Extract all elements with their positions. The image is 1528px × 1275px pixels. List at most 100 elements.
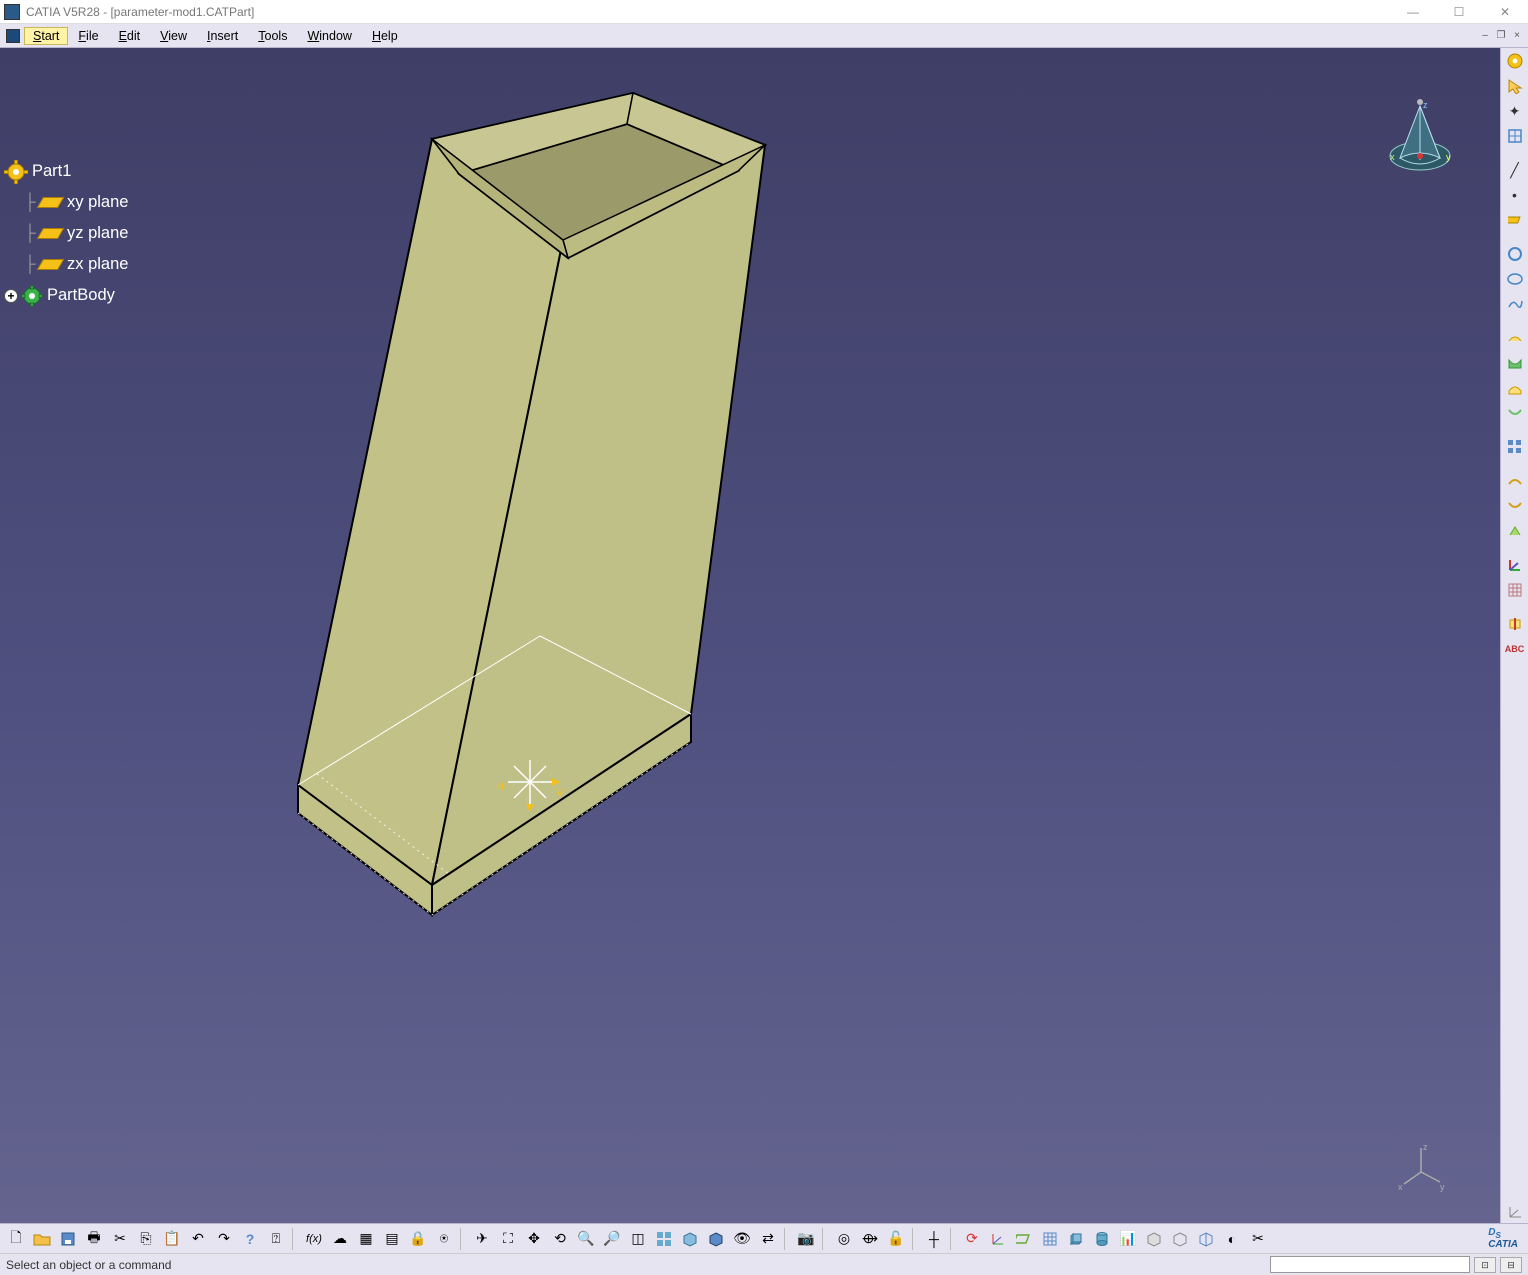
hide-show-icon[interactable]: 👁 [730, 1227, 754, 1251]
comment-icon[interactable]: ⍟ [432, 1227, 456, 1251]
formula-icon[interactable]: f(x) [302, 1227, 326, 1251]
print-icon[interactable]: 🖶 [82, 1227, 106, 1251]
expand-icon[interactable]: + [4, 289, 18, 303]
doc-close-button[interactable]: × [1510, 29, 1524, 43]
paste-icon[interactable]: 📋 [160, 1227, 184, 1251]
axis-bt-icon[interactable]: ┼ [922, 1227, 946, 1251]
circle-icon[interactable] [1504, 243, 1526, 265]
lock-icon[interactable]: 🔒 [406, 1227, 430, 1251]
axis3-icon[interactable] [986, 1227, 1010, 1251]
line-icon[interactable]: ╱ [1504, 159, 1526, 181]
multi-view-icon[interactable] [652, 1227, 676, 1251]
plane2-icon[interactable] [1012, 1227, 1036, 1251]
menu-help[interactable]: Help [362, 27, 408, 45]
cylinder-icon[interactable] [1090, 1227, 1114, 1251]
normal-view-icon[interactable]: ◫ [626, 1227, 650, 1251]
pan-icon[interactable]: ✥ [522, 1227, 546, 1251]
compass[interactable]: x y z [1380, 98, 1460, 178]
capture-icon[interactable]: 📷 [794, 1227, 818, 1251]
material-icon[interactable]: ◐ [1220, 1227, 1244, 1251]
catia-logo: DS CATIA [1488, 1228, 1524, 1249]
update-icon[interactable]: ⟳ [960, 1227, 984, 1251]
surf1-icon[interactable] [1504, 327, 1526, 349]
menu-start[interactable]: Start [24, 27, 68, 45]
swap-icon[interactable]: ⇄ [756, 1227, 780, 1251]
tree-root-part[interactable]: Part1 [4, 156, 128, 187]
doc-restore-button[interactable]: ❐ [1494, 29, 1508, 43]
cut-icon[interactable]: ✂ [108, 1227, 132, 1251]
law-icon[interactable]: ▤ [380, 1227, 404, 1251]
app-icon [4, 4, 20, 20]
reframe-icon[interactable]: ⟴ [858, 1227, 882, 1251]
lock2-icon[interactable]: 🔓 [884, 1227, 908, 1251]
fit-all-icon[interactable]: ⛶ [496, 1227, 520, 1251]
whatsthis-icon[interactable]: ⍰ [264, 1227, 288, 1251]
save-icon[interactable] [56, 1227, 80, 1251]
select-arrow-icon[interactable] [1504, 75, 1526, 97]
text-abc-icon[interactable]: ABC [1504, 638, 1526, 660]
grid2-icon[interactable] [1038, 1227, 1062, 1251]
iso-view-icon[interactable] [678, 1227, 702, 1251]
menu-file[interactable]: File [68, 27, 108, 45]
fly-icon[interactable]: ✈ [470, 1227, 494, 1251]
command-input[interactable] [1270, 1256, 1470, 1273]
menu-tools[interactable]: Tools [248, 27, 297, 45]
maximize-button[interactable]: ☐ [1436, 0, 1482, 24]
status-toggle-1[interactable]: ⊡ [1474, 1257, 1496, 1273]
shading-icon[interactable] [704, 1227, 728, 1251]
new-icon[interactable]: 🗋 [4, 1227, 28, 1251]
op3-icon[interactable] [1504, 520, 1526, 542]
pattern-icon[interactable] [1504, 436, 1526, 458]
rotate-icon[interactable]: ⟲ [548, 1227, 572, 1251]
analysis-icon[interactable]: 📊 [1116, 1227, 1140, 1251]
minimize-button[interactable]: — [1390, 0, 1436, 24]
axis-triad[interactable]: x y z [1396, 1142, 1446, 1197]
doc-minimize-button[interactable]: – [1478, 29, 1492, 43]
zoom-in-icon[interactable]: 🔍 [574, 1227, 598, 1251]
specification-tree[interactable]: Part1 ├ xy plane ├ yz plane ├ zx plane + [4, 156, 128, 311]
3d-viewport[interactable]: V H Part1 ├ xy plane ├ [0, 48, 1500, 1223]
render1-icon[interactable] [1142, 1227, 1166, 1251]
tree-partbody[interactable]: + PartBody [4, 280, 128, 311]
center-graph-icon[interactable]: ◎ [832, 1227, 856, 1251]
sketch-icon[interactable] [1504, 125, 1526, 147]
clip-icon[interactable]: ✂ [1246, 1227, 1270, 1251]
zoom-out-icon[interactable]: 🔎 [600, 1227, 624, 1251]
surf2-icon[interactable] [1504, 352, 1526, 374]
point-icon[interactable]: • [1504, 184, 1526, 206]
tree-yz-plane[interactable]: ├ yz plane [22, 218, 128, 249]
ellipse-icon[interactable] [1504, 268, 1526, 290]
knowledge-icon[interactable]: ☁ [328, 1227, 352, 1251]
menu-edit[interactable]: Edit [109, 27, 151, 45]
op1-icon[interactable] [1504, 470, 1526, 492]
rectangle-icon[interactable] [1504, 209, 1526, 231]
close-button[interactable]: ✕ [1482, 0, 1528, 24]
copy-icon[interactable]: ⎘ [134, 1227, 158, 1251]
open-icon[interactable] [30, 1227, 54, 1251]
svg-text:z: z [1423, 1142, 1428, 1152]
surf4-icon[interactable] [1504, 402, 1526, 424]
menu-window[interactable]: Window [297, 27, 361, 45]
corner-triad-icon[interactable] [1504, 1201, 1526, 1223]
cube-icon[interactable] [1064, 1227, 1088, 1251]
menu-view[interactable]: View [150, 27, 197, 45]
undo-icon[interactable]: ↶ [186, 1227, 210, 1251]
help-icon[interactable]: ? [238, 1227, 262, 1251]
workbench-icon[interactable] [1504, 50, 1526, 72]
grid-tool-icon[interactable] [1504, 579, 1526, 601]
spline-icon[interactable] [1504, 293, 1526, 315]
design-table-icon[interactable]: ▦ [354, 1227, 378, 1251]
title-bar: CATIA V5R28 - [parameter-mod1.CATPart] —… [0, 0, 1528, 24]
surf3-icon[interactable] [1504, 377, 1526, 399]
status-toggle-2[interactable]: ⊟ [1500, 1257, 1522, 1273]
render2-icon[interactable] [1168, 1227, 1192, 1251]
menu-insert[interactable]: Insert [197, 27, 248, 45]
tree-zx-plane[interactable]: ├ zx plane [22, 249, 128, 280]
redo-icon[interactable]: ↷ [212, 1227, 236, 1251]
tree-xy-plane[interactable]: ├ xy plane [22, 187, 128, 218]
wireframe-icon[interactable] [1194, 1227, 1218, 1251]
axis-sys-icon[interactable] [1504, 554, 1526, 576]
axis-tool-icon[interactable]: ✦ [1504, 100, 1526, 122]
op2-icon[interactable] [1504, 495, 1526, 517]
split-icon[interactable] [1504, 613, 1526, 635]
